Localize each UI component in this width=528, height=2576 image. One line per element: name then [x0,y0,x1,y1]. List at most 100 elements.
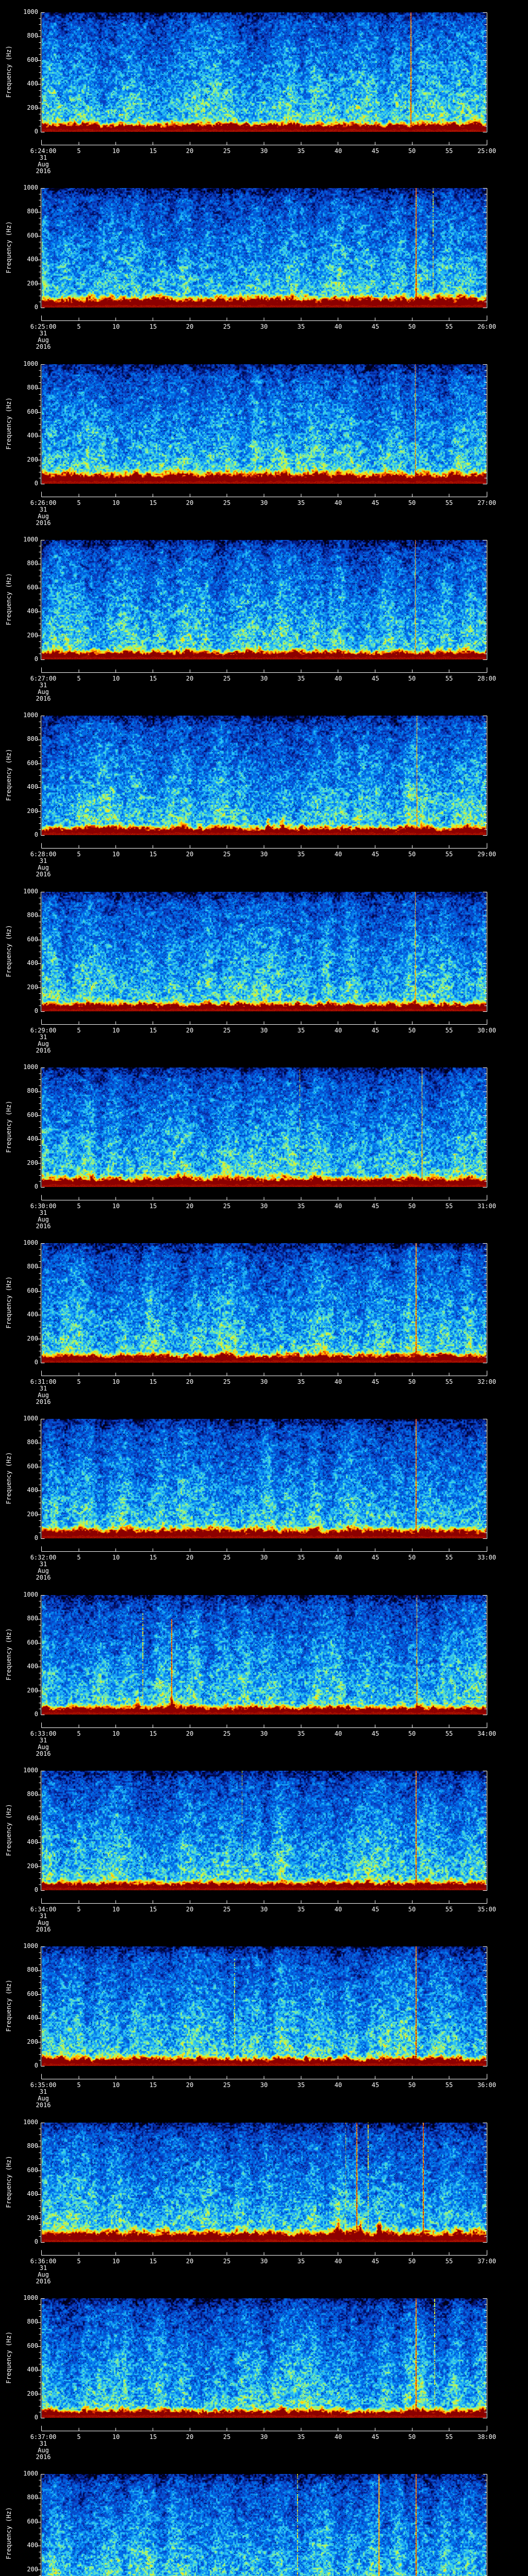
date-year-label: 2016 [36,1750,51,1757]
y-axis-right [483,1595,487,1715]
time-axis [41,1019,487,1025]
date-year-label: 2016 [36,519,51,527]
x-tick-label: 45 [371,2258,380,2265]
x-tick-label: 40 [334,2258,342,2265]
x-tick-label: 45 [371,1554,380,1561]
y-tick-label: 400 [27,2541,38,2549]
time-axis [41,667,487,673]
y-tick-label: 800 [27,1615,38,1622]
spectrogram-panel: Frequency (Hz) 6:36:00 31 Aug 2016 37:00… [0,2110,528,2286]
x-tick-label: 45 [371,2433,380,2441]
x-tick-label: 10 [112,2258,120,2265]
y-tick-label: 200 [27,455,38,463]
date-year-label: 2016 [36,2102,51,2109]
y-tick-label: 600 [27,1286,38,1294]
y-axis-left [37,1595,45,1715]
date-year-label: 2016 [36,167,51,175]
x-tick-label: 55 [445,1730,453,1737]
x-tick-label: 45 [371,2081,380,2089]
x-tick-label: 35 [297,2433,305,2441]
x-tick-label: 30 [260,1906,268,1913]
x-tick-label: 55 [445,1202,453,1210]
x-tick-label: 45 [371,323,380,330]
y-tick-label: 1000 [23,1767,38,1774]
y-tick-label: 800 [27,1966,38,1974]
y-axis-left [37,540,45,660]
date-year-label: 2016 [36,1926,51,1933]
y-tick-label: 400 [27,1135,38,1143]
y-tick-label: 800 [27,911,38,919]
x-tick-label: 15 [149,323,157,330]
x-tick-label: 35 [297,1730,305,1737]
y-tick-label: 200 [27,1686,38,1694]
x-tick-label: 40 [334,675,342,682]
x-tick-label: 40 [334,147,342,155]
x-tick-label: 40 [334,1027,342,1034]
x-tick-label: 50 [408,851,416,858]
x-end-time-label: 36:00 [477,2081,497,2089]
x-tick-label: 35 [297,675,305,682]
x-tick-label: 20 [186,2081,194,2089]
y-tick-label: 0 [34,1359,38,1366]
y-tick-label: 1000 [23,8,38,15]
x-tick-label: 25 [223,147,231,155]
x-tick-label: 5 [77,1730,81,1737]
y-tick-label: 600 [27,56,38,63]
spectrogram-panel: Frequency (Hz) 6:37:00 31 Aug 2016 38:00… [0,2286,528,2462]
x-tick-label: 50 [408,1554,416,1561]
time-axis [41,2250,487,2256]
y-tick-label: 0 [34,480,38,487]
y-axis-left [37,2123,45,2243]
x-tick-label: 40 [334,851,342,858]
y-axis-left [37,892,45,1012]
spectrogram-panel: Frequency (Hz) 6:38:00 31 Aug 2016 39:00… [0,2462,528,2576]
date-year-label: 2016 [36,2278,51,2285]
time-axis [41,140,487,145]
x-tick-label: 30 [260,1378,268,1385]
x-tick-label: 55 [445,2081,453,2089]
y-tick-label: 1000 [23,2119,38,2126]
x-end-time-label: 34:00 [477,1730,497,1737]
x-tick-label: 25 [223,1202,231,1210]
x-tick-label: 35 [297,1554,305,1561]
x-tick-label: 20 [186,1554,194,1561]
y-tick-label: 800 [27,1263,38,1270]
time-axis [41,1722,487,1728]
y-tick-label: 1000 [23,536,38,543]
x-tick-label: 50 [408,2433,416,2441]
x-tick-label: 20 [186,2433,194,2441]
y-tick-label: 0 [34,2414,38,2421]
x-tick-label: 30 [260,2258,268,2265]
x-tick-label: 30 [260,323,268,330]
y-tick-label: 200 [27,2389,38,2397]
x-end-time-label: 26:00 [477,323,497,330]
x-tick-label: 45 [371,1202,380,1210]
y-tick-label: 600 [27,231,38,239]
y-tick-label: 1000 [23,1942,38,1950]
x-tick-label: 10 [112,1906,120,1913]
time-axis [41,2426,487,2431]
y-tick-label: 200 [27,2565,38,2573]
x-tick-label: 10 [112,499,120,506]
x-tick-label: 35 [297,2258,305,2265]
y-tick-label: 400 [27,783,38,791]
y-tick-label: 600 [27,1462,38,1470]
y-tick-label: 400 [27,432,38,439]
y-tick-label: 800 [27,1087,38,1095]
x-tick-label: 50 [408,675,416,682]
x-tick-label: 50 [408,499,416,506]
y-tick-label: 0 [34,831,38,838]
x-tick-label: 30 [260,147,268,155]
x-tick-label: 40 [334,1202,342,1210]
x-tick-label: 20 [186,1202,194,1210]
y-tick-label: 0 [34,303,38,311]
x-tick-label: 50 [408,2081,416,2089]
x-tick-label: 25 [223,1378,231,1385]
y-axis-right [483,188,487,308]
y-axis-left [37,2298,45,2418]
x-tick-label: 45 [371,147,380,155]
x-tick-label: 25 [223,675,231,682]
x-tick-label: 50 [408,1202,416,1210]
x-tick-label: 45 [371,1730,380,1737]
x-end-time-label: 27:00 [477,499,497,506]
